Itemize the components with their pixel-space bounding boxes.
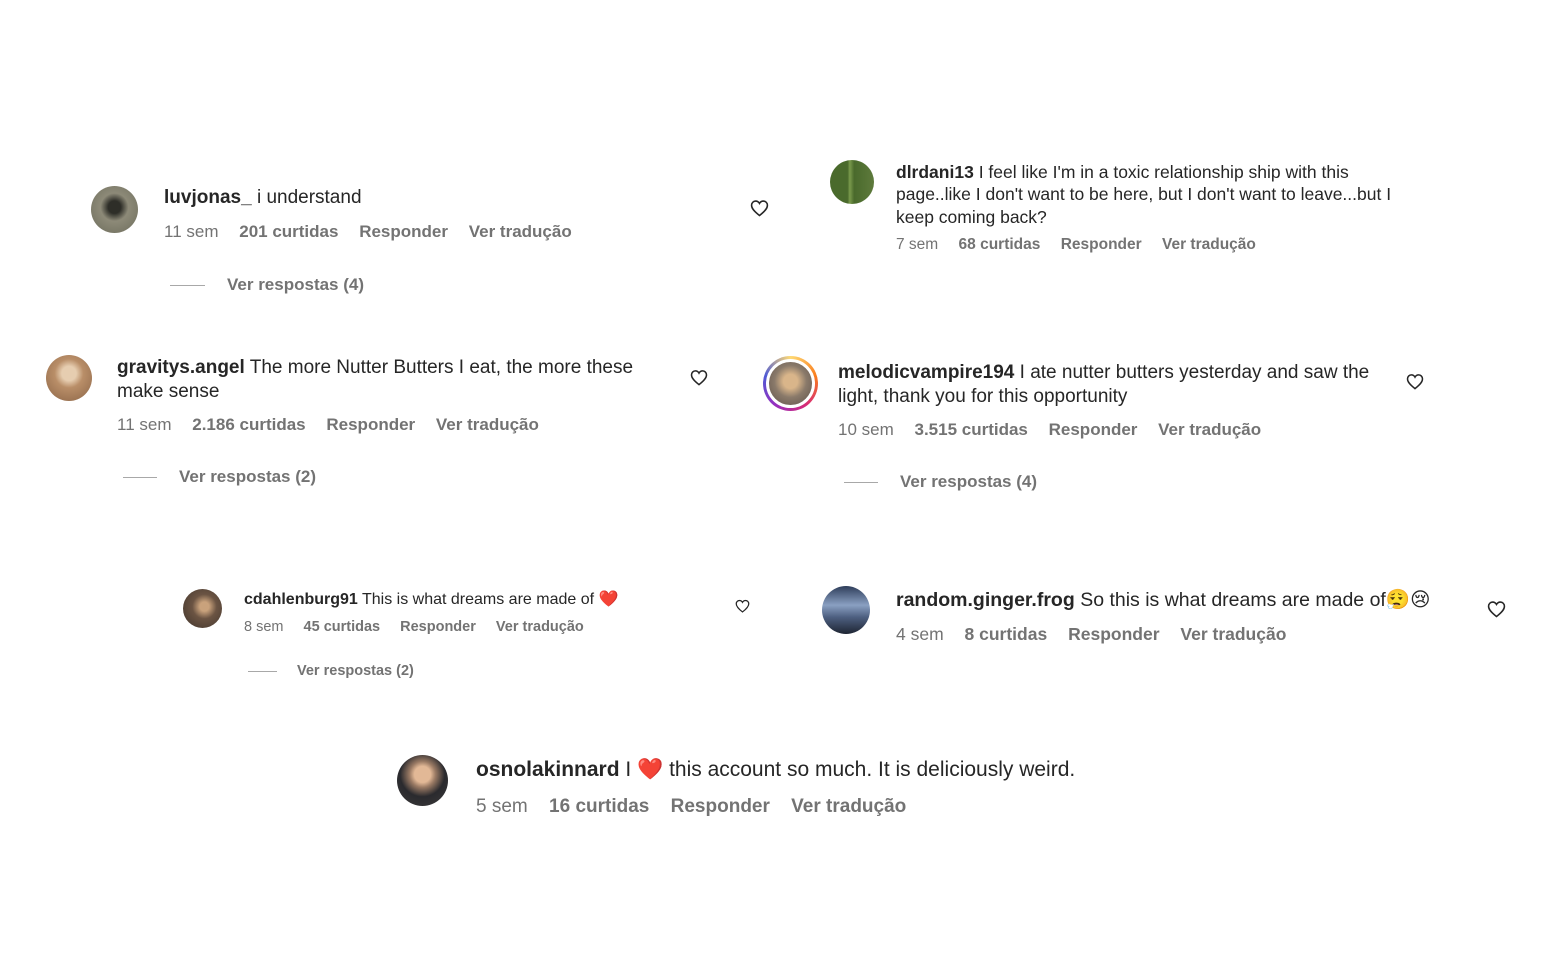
comment-time[interactable]: 7 sem (896, 236, 938, 253)
comment-username[interactable]: melodicvampire194 (838, 362, 1014, 383)
sad-face-emoji-icon: 😮‍💨😢 (1385, 589, 1431, 611)
likes-count[interactable]: 16 curtidas (549, 796, 649, 817)
comment-time[interactable]: 10 sem (838, 420, 894, 439)
reply-button[interactable]: Responder (326, 415, 415, 434)
comment-time[interactable]: 11 sem (164, 222, 219, 241)
view-replies-label: Ver respostas (2) (179, 467, 317, 486)
comment-username[interactable]: luvjonas_ (164, 187, 252, 208)
view-replies-button[interactable]: Ver respostas (4) (170, 275, 364, 295)
reply-button[interactable]: Responder (671, 796, 770, 817)
like-heart-icon[interactable] (750, 199, 769, 217)
like-heart-icon[interactable] (1406, 373, 1424, 390)
comment-username[interactable]: cdahlenburg91 (244, 591, 358, 608)
avatar[interactable] (397, 755, 448, 806)
view-replies-button[interactable]: Ver respostas (2) (248, 663, 414, 679)
replies-divider (170, 285, 205, 287)
avatar[interactable] (183, 589, 222, 628)
reply-button[interactable]: Responder (359, 222, 448, 241)
avatar[interactable] (830, 160, 874, 204)
likes-count[interactable]: 68 curtidas (959, 236, 1041, 253)
replies-divider (248, 670, 277, 672)
view-replies-label: Ver respostas (4) (900, 472, 1038, 491)
translate-button[interactable]: Ver tradução (1180, 624, 1286, 644)
comment-username[interactable]: dlrdani13 (896, 162, 974, 182)
comment-time[interactable]: 11 sem (117, 415, 172, 434)
likes-count[interactable]: 8 curtidas (965, 624, 1048, 644)
reply-button[interactable]: Responder (1061, 236, 1142, 253)
translate-button[interactable]: Ver tradução (1158, 420, 1261, 439)
view-replies-label: Ver respostas (2) (297, 663, 414, 679)
reply-button[interactable]: Responder (1068, 624, 1159, 644)
reply-button[interactable]: Responder (400, 619, 476, 635)
avatar[interactable] (91, 186, 138, 233)
reply-button[interactable]: Responder (1049, 420, 1138, 439)
view-replies-button[interactable]: Ver respostas (4) (844, 472, 1037, 492)
translate-button[interactable]: Ver tradução (1162, 236, 1256, 253)
likes-count[interactable]: 201 curtidas (239, 222, 338, 241)
like-heart-icon[interactable] (1487, 600, 1506, 618)
red-heart-emoji-icon: ❤️ (637, 758, 664, 781)
likes-count[interactable]: 2.186 curtidas (192, 415, 305, 434)
comment-username[interactable]: osnolakinnard (476, 758, 620, 781)
comment-username[interactable]: gravitys.angel (117, 357, 245, 378)
view-replies-button[interactable]: Ver respostas (2) (123, 467, 316, 487)
avatar[interactable] (822, 586, 870, 634)
red-heart-emoji-icon: ❤️ (598, 591, 619, 608)
translate-button[interactable]: Ver tradução (436, 415, 539, 434)
like-heart-icon[interactable] (690, 369, 708, 386)
comment-time[interactable]: 8 sem (244, 619, 284, 635)
like-heart-icon[interactable] (735, 599, 750, 613)
avatar[interactable] (46, 355, 92, 401)
likes-count[interactable]: 3.515 curtidas (914, 420, 1027, 439)
replies-divider (844, 482, 878, 484)
story-ring (766, 359, 815, 408)
comment-text: This is what dreams are made of (361, 591, 595, 608)
comment-username[interactable]: random.ginger.frog (896, 589, 1075, 611)
translate-button[interactable]: Ver tradução (791, 796, 906, 817)
translate-button[interactable]: Ver tradução (469, 222, 572, 241)
comment-text: this account so much. It is deliciously … (669, 758, 1076, 781)
comment-time[interactable]: 5 sem (476, 796, 528, 817)
comment-text: So this is what dreams are made of (1080, 589, 1386, 611)
comment-text-start: I (625, 758, 632, 781)
likes-count[interactable]: 45 curtidas (304, 619, 381, 635)
view-replies-label: Ver respostas (4) (227, 275, 365, 294)
comment-time[interactable]: 4 sem (896, 624, 944, 644)
replies-divider (123, 477, 157, 479)
translate-button[interactable]: Ver tradução (496, 619, 584, 635)
comment-text: i understand (256, 187, 362, 208)
avatar[interactable] (763, 356, 818, 411)
